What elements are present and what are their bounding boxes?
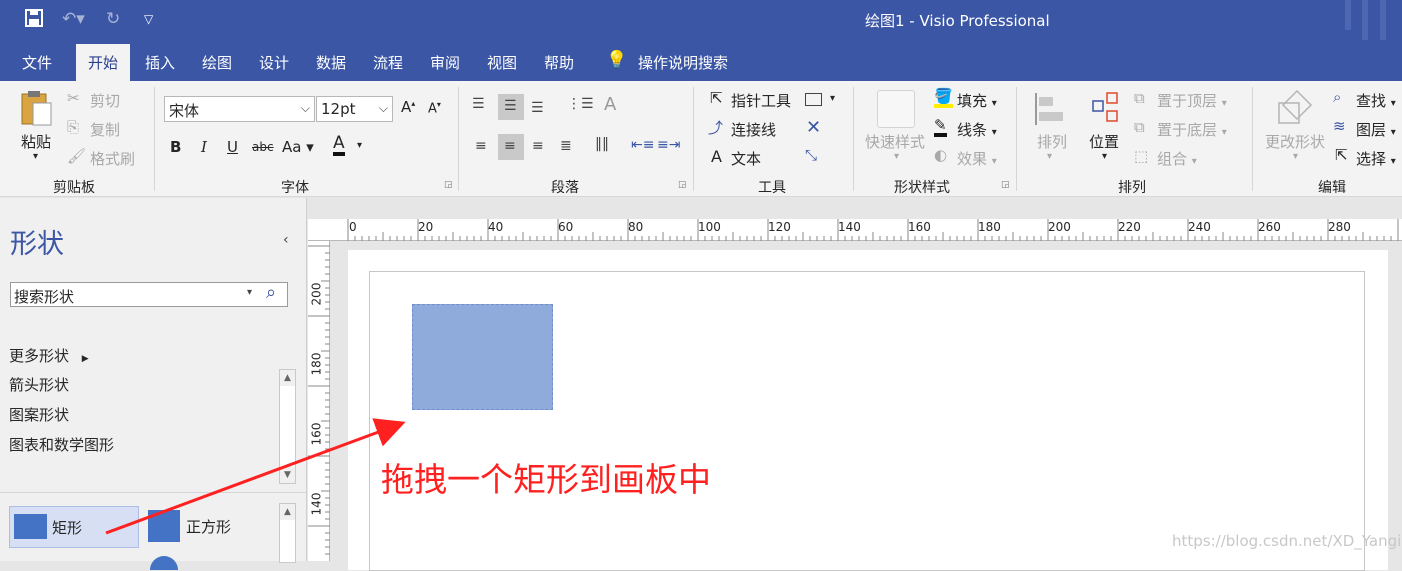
watermark: https://blog.csdn.net/XD_Yangi (1172, 532, 1402, 550)
annotation-text: 拖拽一个矩形到画板中 (381, 460, 711, 499)
